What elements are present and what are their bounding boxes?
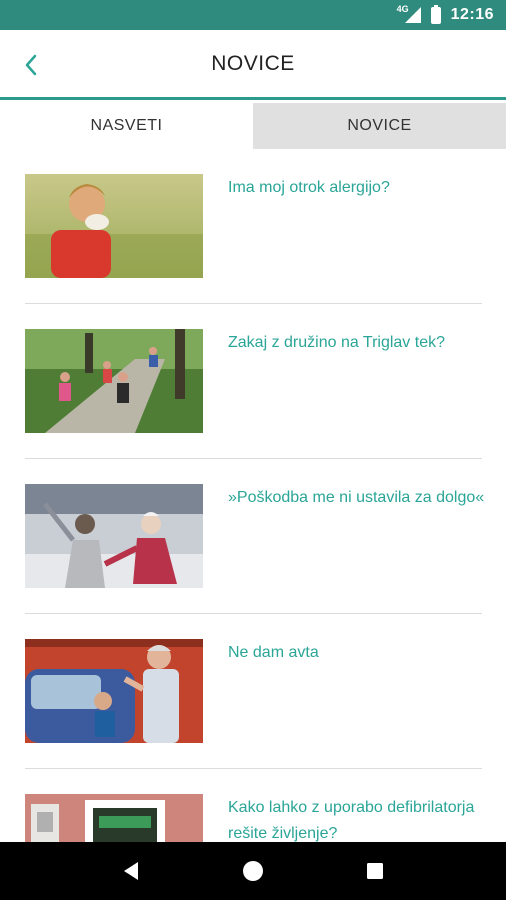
system-nav-bar bbox=[0, 842, 506, 900]
app-bar: NOVICE bbox=[0, 30, 506, 100]
article-title[interactable]: Ne dam avta bbox=[228, 640, 488, 666]
tab-bar: NASVETI NOVICE bbox=[0, 103, 506, 149]
square-recents-icon[interactable] bbox=[355, 851, 395, 891]
article-item[interactable]: Ima moj otrok alergijo? bbox=[25, 149, 482, 304]
article-title[interactable]: »Poškodba me ni ustavila za dolgo« bbox=[228, 485, 488, 511]
article-thumbnail bbox=[25, 329, 203, 433]
article-thumbnail bbox=[25, 174, 203, 278]
status-bar: 4G 12:16 bbox=[0, 0, 506, 30]
page-title: NOVICE bbox=[211, 51, 295, 75]
back-arrow-icon[interactable] bbox=[16, 50, 46, 80]
article-item[interactable]: »Poškodba me ni ustavila za dolgo« bbox=[25, 459, 484, 614]
tab-nasveti[interactable]: NASVETI bbox=[0, 103, 253, 149]
article-title[interactable]: Kako lahko z uporabo defibrilatorja reši… bbox=[228, 795, 488, 847]
signal-icon: 4G bbox=[397, 4, 421, 24]
battery-icon bbox=[430, 4, 441, 24]
tab-novice[interactable]: NOVICE bbox=[253, 103, 506, 149]
status-time: 12:16 bbox=[450, 6, 494, 23]
circle-home-icon[interactable] bbox=[233, 851, 273, 891]
article-title[interactable]: Ima moj otrok alergijo? bbox=[228, 175, 488, 201]
article-item[interactable]: Zakaj z družino na Triglav tek? bbox=[25, 304, 482, 459]
article-title[interactable]: Zakaj z družino na Triglav tek? bbox=[228, 330, 488, 356]
article-thumbnail bbox=[25, 639, 203, 743]
triangle-back-icon[interactable] bbox=[111, 851, 151, 891]
article-thumbnail bbox=[25, 484, 203, 588]
article-item[interactable]: Ne dam avta bbox=[25, 614, 482, 769]
